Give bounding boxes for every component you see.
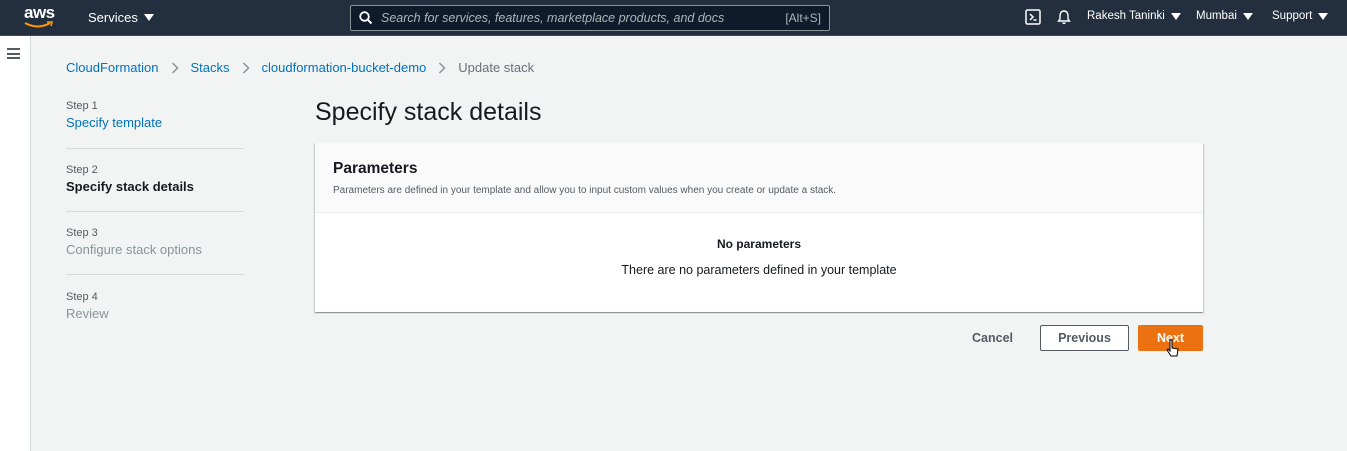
step-number: Step 1 <box>66 100 98 112</box>
caret-down-icon <box>143 14 154 21</box>
cursor-icon <box>1166 339 1179 357</box>
step-number: Step 4 <box>66 291 98 303</box>
wizard-steps: Step 1 Specify template Step 2 Specify s… <box>66 100 244 335</box>
user-menu[interactable]: Rakesh Taninki <box>1087 10 1181 22</box>
search-box[interactable]: [Alt+S] <box>350 5 830 31</box>
top-navigation: aws Services [Alt+S] Rakesh Taninki <box>0 0 1347 36</box>
aws-logo[interactable]: aws <box>24 3 64 32</box>
step-2: Step 2 Specify stack details <box>66 149 244 212</box>
panel-header: Parameters Parameters are defined in you… <box>315 143 1203 213</box>
chevron-right-icon <box>171 61 179 74</box>
side-rail <box>0 36 31 451</box>
step-1: Step 1 Specify template <box>66 100 244 149</box>
empty-state-description: There are no parameters defined in your … <box>621 263 897 277</box>
caret-down-icon <box>1242 12 1253 20</box>
search-shortcut: [Alt+S] <box>785 11 821 25</box>
caret-down-icon <box>1318 12 1329 20</box>
step-number: Step 2 <box>66 164 98 176</box>
services-label: Services <box>88 10 138 25</box>
parameters-panel: Parameters Parameters are defined in you… <box>315 143 1203 312</box>
step-4: Step 4 Review <box>66 275 244 335</box>
panel-title: Parameters <box>333 160 418 177</box>
breadcrumb: CloudFormation Stacks cloudformation-buc… <box>66 60 534 75</box>
services-menu[interactable]: Services <box>88 10 154 25</box>
hamburger-icon[interactable] <box>7 48 20 59</box>
step-title-disabled: Review <box>66 306 109 321</box>
user-label: Rakesh Taninki <box>1087 10 1165 22</box>
aws-logo-text: aws <box>24 3 55 22</box>
step-3: Step 3 Configure stack options <box>66 212 244 275</box>
aws-smile-icon <box>24 21 54 28</box>
step-number: Step 3 <box>66 227 98 239</box>
breadcrumb-cloudformation[interactable]: CloudFormation <box>66 60 159 75</box>
empty-state-title: No parameters <box>716 237 802 251</box>
chevron-right-icon <box>242 61 250 74</box>
support-label: Support <box>1272 10 1313 22</box>
breadcrumb-stack-name[interactable]: cloudformation-bucket-demo <box>262 60 427 75</box>
search-icon <box>359 11 373 25</box>
step-title-disabled: Configure stack options <box>66 242 202 257</box>
region-label: Mumbai <box>1196 10 1237 22</box>
caret-down-icon <box>1170 12 1181 20</box>
step-title-current: Specify stack details <box>66 179 194 194</box>
search-input[interactable] <box>381 11 786 25</box>
panel-body: No parameters There are no parameters de… <box>315 213 1203 277</box>
bell-icon[interactable] <box>1056 9 1072 30</box>
page-title: Specify stack details <box>315 98 542 126</box>
breadcrumb-stacks[interactable]: Stacks <box>191 60 230 75</box>
chevron-right-icon <box>438 61 446 74</box>
cancel-button[interactable]: Cancel <box>960 325 1025 351</box>
previous-button[interactable]: Previous <box>1040 325 1129 351</box>
region-menu[interactable]: Mumbai <box>1196 10 1253 22</box>
support-menu[interactable]: Support <box>1272 10 1329 22</box>
panel-description: Parameters are defined in your template … <box>333 185 837 196</box>
breadcrumb-current: Update stack <box>458 60 535 75</box>
step-title-link[interactable]: Specify template <box>66 115 244 130</box>
cloudshell-icon[interactable] <box>1025 9 1041 30</box>
